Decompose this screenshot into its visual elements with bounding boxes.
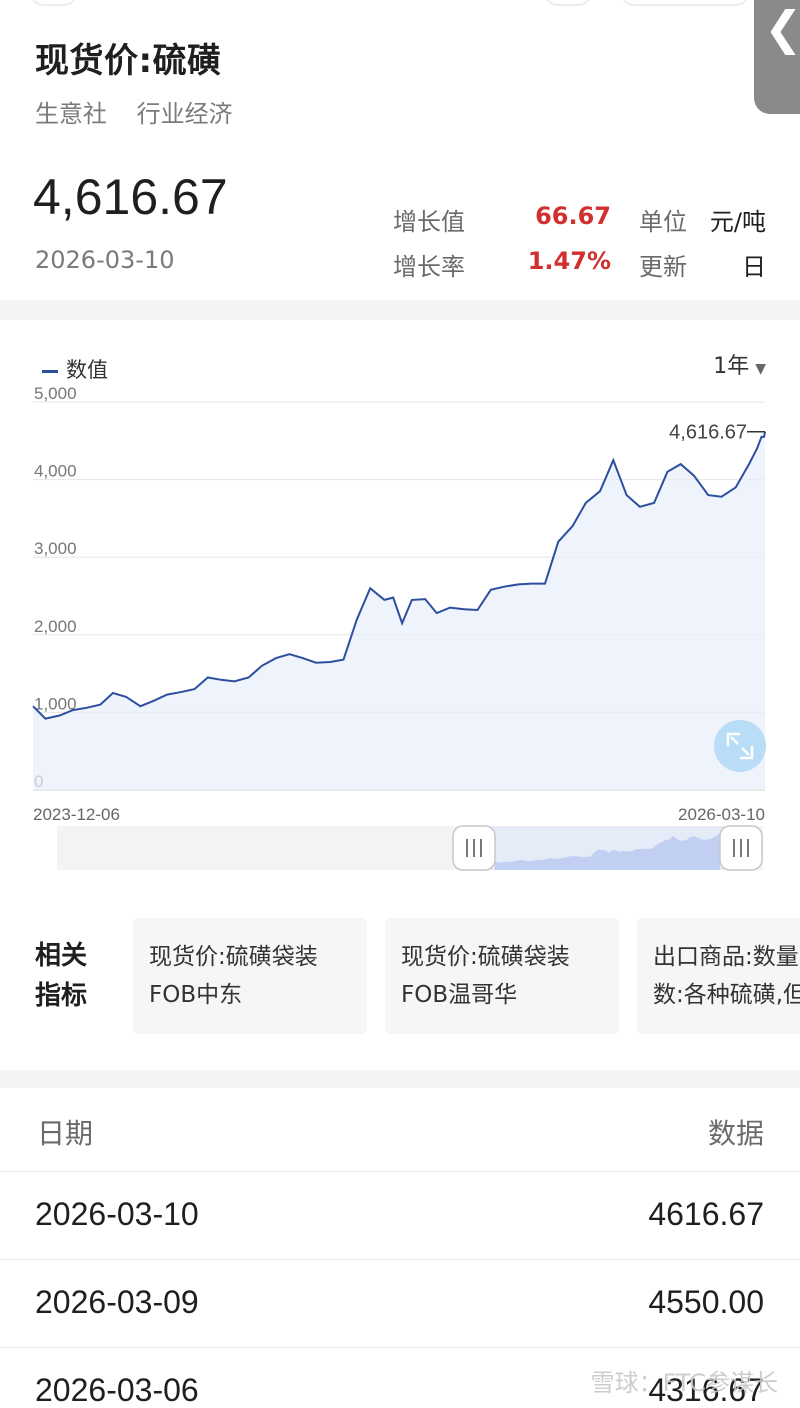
- cell-date: 2026-03-10: [35, 1196, 199, 1232]
- expand-button[interactable]: [714, 720, 766, 772]
- y-tick-label: 5,000: [34, 384, 77, 403]
- page-title: 现货价:硫磺: [35, 41, 222, 81]
- related-card-line2: FOB温哥华: [401, 982, 518, 1008]
- unit-value: 元/吨: [709, 208, 766, 236]
- update-label: 更新: [639, 253, 687, 281]
- cell-date: 2026-03-06: [35, 1372, 199, 1408]
- unit-label: 单位: [639, 208, 687, 236]
- table-row[interactable]: 2026-03-09 4550.00: [0, 1260, 800, 1348]
- section-divider: [0, 1070, 800, 1088]
- column-header-value: 数据: [707, 1117, 764, 1150]
- current-date: 2026-03-10: [35, 246, 175, 274]
- tag-source[interactable]: 生意社: [35, 100, 107, 128]
- chevron-left-icon: ❮: [764, 1, 800, 55]
- source-tags: 生意社 行业经济: [35, 94, 255, 129]
- data-table: 日期 数据 2026-03-10 4616.67 2026-03-09 4550…: [0, 1088, 800, 1408]
- toolbar-button[interactable]: [544, 0, 592, 6]
- growth-rate-label: 增长率: [393, 253, 465, 281]
- growth-value: 66.67: [535, 202, 611, 230]
- cell-value: 4550.00: [648, 1284, 764, 1320]
- related-indicators: 相关指标 现货价:硫磺袋装 FOB中东 现货价:硫磺袋装 FOB温哥华 出口商品…: [0, 900, 800, 1070]
- related-card[interactable]: 出口商品:数量 数:各种硫磺,但: [637, 918, 800, 1034]
- y-tick-label: 2,000: [34, 617, 77, 636]
- table-row[interactable]: 2026-03-10 4616.67: [0, 1172, 800, 1260]
- cell-value: 4616.67: [648, 1196, 764, 1232]
- slider-handle-left[interactable]: [452, 825, 496, 871]
- related-card[interactable]: 现货价:硫磺袋装 FOB中东: [133, 918, 367, 1034]
- toolbar-button[interactable]: [30, 0, 78, 6]
- area-fill: [33, 431, 765, 790]
- top-toolbar: [0, 0, 800, 8]
- y-tick-label: 4,000: [34, 462, 77, 481]
- chart-panel: 数值 1年▼ 5,0004,0003,0002,0001,0000 4,616.…: [0, 320, 800, 900]
- related-card-line2: 数:各种硫磺,但: [653, 982, 800, 1008]
- tag-category[interactable]: 行业经济: [137, 100, 233, 128]
- table-header: 日期 数据: [0, 1088, 800, 1172]
- x-tick-end: 2026-03-10: [678, 805, 765, 824]
- growth-value-label: 增长值: [393, 208, 465, 236]
- current-value: 4,616.67: [33, 169, 228, 225]
- column-header-date: 日期: [37, 1117, 94, 1150]
- related-card-line2: FOB中东: [149, 982, 243, 1008]
- last-value-label: 4,616.67: [669, 422, 747, 444]
- y-tick-label: 3,000: [34, 539, 77, 558]
- watermark: 雪球：FTC参谋长: [590, 1369, 778, 1397]
- update-frequency: 日: [742, 253, 766, 281]
- growth-rate: 1.47%: [527, 247, 611, 275]
- section-divider: [0, 300, 800, 320]
- toolbar-button[interactable]: [620, 0, 750, 6]
- header: ❮ 现货价:硫磺 生意社 行业经济 4,616.67 2026-03-10 增长…: [0, 0, 800, 300]
- line-chart[interactable]: 5,0004,0003,0002,0001,0000 4,616.67 2023…: [0, 320, 800, 900]
- cell-date: 2026-03-09: [35, 1284, 199, 1320]
- x-tick-start: 2023-12-06: [33, 805, 120, 824]
- related-card-line1: 现货价:硫磺袋装: [149, 944, 318, 970]
- side-collapse-tab[interactable]: ❮: [754, 0, 800, 114]
- slider-handle-right[interactable]: [719, 825, 763, 871]
- related-card-line1: 现货价:硫磺袋装: [401, 944, 570, 970]
- related-card[interactable]: 现货价:硫磺袋装 FOB温哥华: [385, 918, 619, 1034]
- related-card-line1: 出口商品:数量: [653, 944, 799, 970]
- related-label: 相关指标: [35, 941, 88, 1011]
